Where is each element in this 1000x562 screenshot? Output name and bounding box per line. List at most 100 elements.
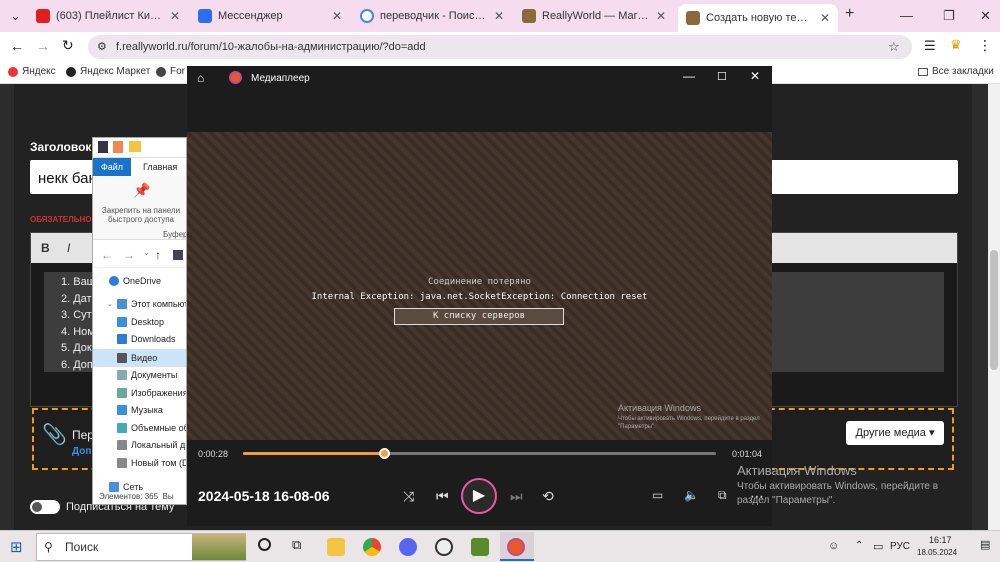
tree-music[interactable]: Музыка	[117, 405, 186, 415]
server-list-button[interactable]: К списку серверов	[394, 308, 564, 325]
tree-pictures[interactable]: Изображения	[117, 388, 186, 398]
tree-this-pc[interactable]: ⌄Этот компьютер	[107, 299, 186, 309]
subtitles-icon[interactable]: ▭	[652, 488, 663, 502]
attach-text: Пер	[72, 428, 94, 442]
seek-bar-fill	[243, 452, 385, 455]
menu-icon[interactable]: ⋮	[978, 37, 992, 54]
extension-icon[interactable]: ♛	[950, 37, 962, 53]
cube-icon	[117, 423, 127, 433]
tab-home[interactable]: Главная	[143, 162, 177, 172]
tree-network[interactable]: Сеть	[109, 482, 186, 492]
tree-new-volume[interactable]: Новый том (D	[117, 458, 186, 468]
notification-icon[interactable]: ▤	[980, 538, 990, 551]
pin-label[interactable]: Закрепить на панели быстрого доступа	[97, 206, 185, 224]
media-player-taskbar-icon[interactable]	[507, 538, 525, 556]
clipboard-label: Буфер	[163, 230, 187, 239]
tab-google[interactable]: переводчик - Поиск в Goo✕	[352, 4, 512, 28]
chevron-up-icon[interactable]: ⌃	[855, 540, 863, 551]
pin-icon[interactable]: 📌	[133, 182, 150, 199]
shuffle-icon[interactable]: ⤨	[403, 488, 414, 505]
site-info-icon[interactable]: ⚙	[97, 35, 107, 59]
close-icon[interactable]: ✕	[750, 69, 760, 83]
tab-file[interactable]: Файл	[93, 158, 131, 176]
new-tab-button[interactable]: +	[845, 5, 854, 23]
tree-documents[interactable]: Документы	[117, 370, 186, 380]
tree-video[interactable]: Видео	[93, 349, 186, 367]
bookmark-icon	[156, 66, 166, 77]
tree-3d-objects[interactable]: Объемные об	[117, 423, 186, 433]
windows-start-icon[interactable]: ⊞	[10, 538, 23, 556]
subscribe-toggle[interactable]	[30, 500, 60, 514]
close-icon[interactable]: ✕	[170, 9, 180, 23]
tree-downloads[interactable]: Downloads	[117, 334, 186, 344]
bookmark-yandex-market[interactable]: Яндекс Маркет	[66, 66, 150, 77]
up-icon[interactable]: ↑	[155, 248, 161, 262]
tab-search-icon[interactable]: ⌄	[10, 8, 21, 24]
play-button[interactable]: ▶	[461, 478, 497, 514]
tree-onedrive[interactable]: OneDrive	[109, 276, 186, 286]
bold-button[interactable]: B	[41, 241, 50, 255]
task-view-icon[interactable]	[258, 538, 271, 551]
home-icon[interactable]: ⌂	[197, 71, 204, 85]
clock-date[interactable]: 18.05.2024	[917, 548, 957, 557]
taskbar-search[interactable]: ⚲ Поиск	[36, 533, 246, 561]
attach-link[interactable]: Доп	[72, 446, 91, 457]
tree-desktop[interactable]: Desktop	[117, 317, 186, 327]
volume-icon[interactable]: 🔈	[684, 488, 699, 502]
maximize-icon[interactable]: ☐	[717, 70, 727, 83]
tab-create-topic[interactable]: Создать новую тему - Reall✕	[678, 4, 838, 32]
seek-handle[interactable]	[378, 448, 390, 459]
widgets-icon[interactable]: ⧉	[292, 537, 301, 553]
chevron-down-icon[interactable]: ⌄	[143, 248, 150, 257]
back-icon[interactable]: ←	[10, 38, 24, 54]
minimize-icon[interactable]: —	[900, 8, 913, 23]
download-icon	[117, 334, 127, 344]
url-text: f.reallyworld.ru/forum/10-жалобы-на-адми…	[116, 41, 426, 53]
language-indicator[interactable]: РУС	[890, 541, 910, 552]
bookmark-for[interactable]: For	[156, 66, 185, 77]
chrome-taskbar-icon[interactable]	[363, 538, 381, 556]
music-icon	[117, 405, 127, 415]
close-icon[interactable]: ✕	[820, 11, 830, 25]
restore-icon[interactable]: ❐	[943, 8, 955, 24]
back-icon[interactable]: ←	[101, 248, 113, 262]
watermark-title: Активация Windows	[737, 463, 857, 478]
miniplayer-icon[interactable]: ⧉	[718, 488, 727, 503]
previous-icon[interactable]: ⏮	[436, 488, 449, 505]
tab-shop[interactable]: ReallyWorld — Магазин пр✕	[514, 4, 674, 28]
reload-icon[interactable]: ↻	[62, 37, 74, 54]
bookmark-yandex[interactable]: Яндекс	[8, 66, 56, 77]
tab-youtube[interactable]: (603) Плейлист Кишлак✕	[28, 4, 188, 28]
clock-time[interactable]: 16:17	[929, 535, 952, 545]
tree-local-disk[interactable]: Локальный ди	[117, 440, 186, 450]
new-folder-icon[interactable]	[129, 141, 141, 152]
scrollbar-thumb[interactable]	[990, 250, 998, 370]
forward-icon[interactable]: →	[123, 248, 135, 262]
minimize-icon[interactable]: —	[683, 69, 695, 83]
properties-icon[interactable]	[113, 141, 123, 153]
discord-taskbar-icon[interactable]	[399, 538, 417, 556]
person-icon[interactable]: ☺	[828, 540, 839, 552]
video-icon	[117, 353, 127, 363]
close-icon[interactable]: ✕	[656, 9, 666, 23]
italic-button[interactable]: I	[67, 241, 70, 255]
obs-taskbar-icon[interactable]	[435, 538, 453, 556]
more-media-button[interactable]: Другие медиа ▾	[846, 421, 944, 445]
repeat-icon[interactable]: ⟲	[542, 488, 554, 505]
connection-lost-text: Соединение потеряно	[428, 277, 531, 287]
tab-messenger[interactable]: Мессенджер ✕	[190, 4, 350, 28]
all-bookmarks[interactable]: Все закладки	[918, 66, 994, 77]
bookmark-star-icon[interactable]: ☆	[888, 35, 900, 59]
close-window-icon[interactable]: ✕	[980, 8, 991, 24]
url-bar[interactable]: ⚙ f.reallyworld.ru/forum/10-жалобы-на-ад…	[88, 35, 912, 59]
reading-list-icon[interactable]: ☰	[924, 38, 936, 54]
close-icon[interactable]: ✕	[332, 9, 342, 23]
file-explorer-taskbar-icon[interactable]	[327, 538, 345, 556]
minecraft-taskbar-icon[interactable]	[471, 538, 489, 556]
network-icon[interactable]: ▭	[873, 540, 883, 553]
forward-icon[interactable]: →	[36, 38, 50, 54]
close-icon[interactable]: ✕	[494, 9, 504, 23]
explorer-status: Элементов: 365 Вы	[99, 492, 174, 501]
next-icon[interactable]: ⏭	[510, 488, 523, 505]
video-frame[interactable]: Соединение потеряно Internal Exception: …	[187, 132, 772, 440]
